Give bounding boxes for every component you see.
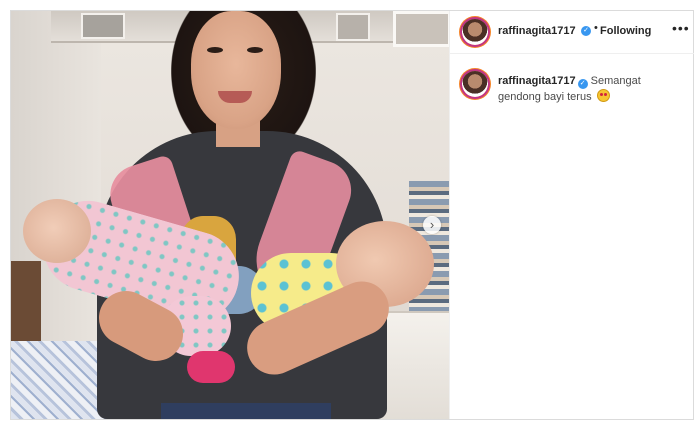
photo-eye bbox=[247, 47, 263, 53]
caption-username[interactable]: raffinagita1717 bbox=[498, 75, 576, 87]
photo-frame bbox=[81, 13, 125, 39]
chevron-right-icon[interactable]: › bbox=[423, 216, 441, 234]
post-sidebar: raffinagita1717 ✓ • Following ••• raffin… bbox=[449, 11, 694, 419]
post-header: raffinagita1717 ✓ • Following ••• bbox=[450, 11, 694, 54]
more-horizontal-icon[interactable]: ••• bbox=[672, 20, 690, 36]
photo-eye bbox=[207, 47, 223, 53]
instagram-post: › raffinagita1717 ✓ • Following ••• raff… bbox=[10, 10, 694, 420]
separator-dot: • bbox=[594, 22, 598, 34]
verified-badge-icon: ✓ bbox=[581, 26, 591, 36]
following-button[interactable]: Following bbox=[600, 25, 651, 37]
photo-face bbox=[191, 11, 281, 129]
avatar[interactable] bbox=[462, 19, 488, 45]
photo-frame bbox=[393, 11, 449, 47]
photo-frame bbox=[336, 13, 370, 41]
caption: raffinagita1717 ✓ Semangat gendong bayi te… bbox=[498, 74, 683, 105]
photo-pants bbox=[161, 403, 331, 419]
caption-avatar[interactable] bbox=[462, 71, 488, 97]
verified-badge-icon: ✓ bbox=[577, 79, 588, 89]
heart-eyes-emoji-icon bbox=[596, 89, 610, 102]
post-photo[interactable]: › bbox=[11, 11, 449, 419]
header-username[interactable]: raffinagita1717 bbox=[498, 25, 576, 37]
photo-baby-left-head bbox=[23, 199, 91, 263]
photo-baby-left-sock bbox=[187, 351, 235, 383]
